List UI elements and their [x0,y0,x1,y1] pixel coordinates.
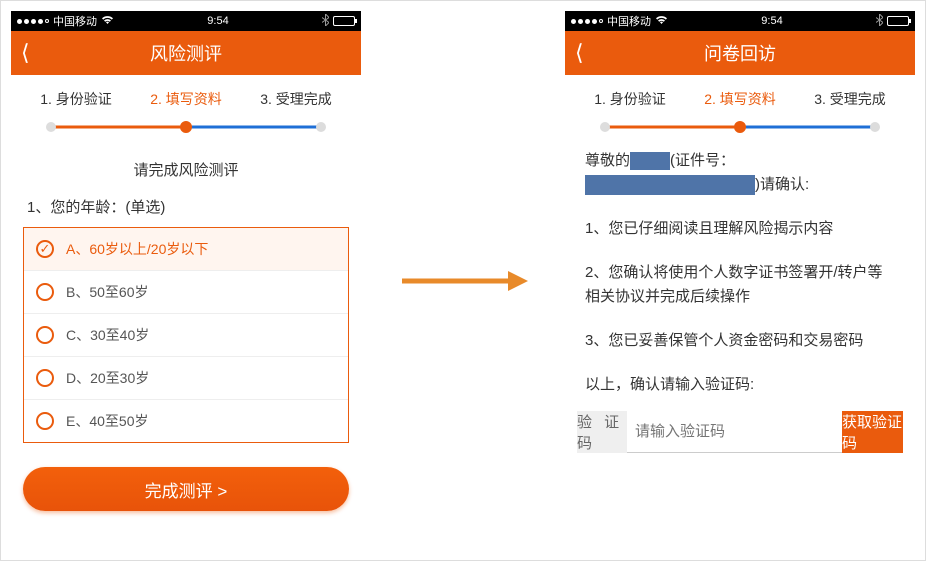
carrier-label: 中国移动 [607,13,651,29]
step-3: 3. 受理完成 [260,89,332,109]
back-icon[interactable]: ⟨ [575,40,584,66]
option-a-label: A、60岁以上/20岁以下 [66,239,208,259]
submit-button[interactable]: 完成测评 > [23,467,349,511]
status-bar: 中国移动 9:54 [565,11,915,31]
carrier-label: 中国移动 [53,13,97,29]
nav-bar: ⟨ 问卷回访 [565,31,915,75]
option-list: ✓ A、60岁以上/20岁以下 ✓ B、50至60岁 ✓ C、30至40岁 ✓ … [23,227,349,443]
arrow-icon [398,269,528,293]
wifi-icon [655,15,668,28]
redacted-name [630,152,670,170]
radio-icon: ✓ [36,369,54,387]
step-1: 1. 身份验证 [594,89,666,109]
battery-icon [887,16,909,26]
get-code-button[interactable]: 获取验证码 [842,411,903,453]
question-1-title: 1、您的年龄：(单选) [11,196,361,227]
option-b-label: B、50至60岁 [66,282,148,302]
verify-input[interactable] [627,411,842,453]
step-1: 1. 身份验证 [40,89,112,109]
step-2: 2. 填写资料 [150,89,222,109]
option-b[interactable]: ✓ B、50至60岁 [24,270,348,313]
option-c-label: C、30至40岁 [66,325,149,345]
redacted-id [585,175,755,195]
step-indicator: 1. 身份验证 2. 填写资料 3. 受理完成 [11,75,361,115]
nav-bar: ⟨ 风险测评 [11,31,361,75]
step-2: 2. 填写资料 [704,89,776,109]
confirm-line: 以上，确认请输入验证码: [565,373,915,397]
battery-icon [333,16,355,26]
get-code-button-label: 获取验证码 [842,411,903,453]
option-e-label: E、40至50岁 [66,411,148,431]
page-tip: 请完成风险测评 [11,149,361,196]
nav-title: 问卷回访 [704,40,776,66]
signal-dots-icon [17,19,49,24]
confirm-item-1: 1、您已仔细阅读且理解风险揭示内容 [565,217,915,241]
radio-icon: ✓ [36,412,54,430]
option-d-label: D、20至30岁 [66,368,149,388]
option-d[interactable]: ✓ D、20至30岁 [24,356,348,399]
step-indicator: 1. 身份验证 2. 填写资料 3. 受理完成 [565,75,915,115]
confirm-item-2: 2、您确认将使用个人数字证书签署开/转户等相关协议并完成后续操作 [565,261,915,309]
step-3: 3. 受理完成 [814,89,886,109]
bluetooth-icon [876,14,883,29]
status-bar: 中国移动 9:54 [11,11,361,31]
bluetooth-icon [322,14,329,29]
right-phone-screen: 中国移动 9:54 ⟨ 问卷回访 1. 身份验证 2. 填写资料 3. 受理完成 [565,11,915,551]
intro-text: 尊敬的 (证件号： )请确认: [565,149,915,197]
option-a[interactable]: ✓ A、60岁以上/20岁以下 [24,228,348,270]
wifi-icon [101,15,114,28]
nav-title: 风险测评 [150,40,222,66]
step-track [51,115,321,139]
intro-suffix: )请确认: [755,176,809,193]
radio-icon: ✓ [36,240,54,258]
signal-dots-icon [571,19,603,24]
intro-prefix: 尊敬的 [585,152,630,169]
submit-button-label: 完成测评 > [145,477,228,502]
radio-icon: ✓ [36,326,54,344]
left-phone-screen: 中国移动 9:54 ⟨ 风险测评 1. 身份验证 2. 填写资料 3. 受理完成 [11,11,361,551]
step-track [605,115,875,139]
flow-arrow [361,11,565,551]
verify-label: 验 证 码 [577,411,627,453]
intro-mid: (证件号： [670,152,735,169]
option-e[interactable]: ✓ E、40至50岁 [24,399,348,442]
verify-row: 验 证 码 获取验证码 [577,411,903,453]
radio-icon: ✓ [36,283,54,301]
option-c[interactable]: ✓ C、30至40岁 [24,313,348,356]
status-time: 9:54 [207,15,228,27]
back-icon[interactable]: ⟨ [21,40,30,66]
confirm-item-3: 3、您已妥善保管个人资金密码和交易密码 [565,329,915,353]
status-time: 9:54 [761,15,782,27]
